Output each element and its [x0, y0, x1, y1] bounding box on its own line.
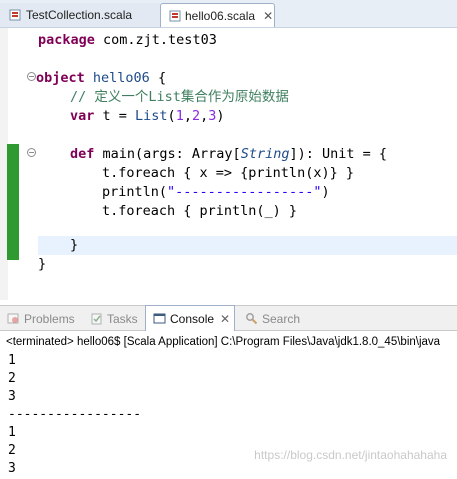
console-output-line: 2: [8, 443, 16, 458]
code-line: def main(args: Array[String]): Unit = {: [70, 146, 388, 162]
tab-search[interactable]: Search: [238, 306, 300, 331]
console-output-line: 3: [8, 461, 16, 476]
code-line: t.foreach { println(_) }: [102, 203, 298, 219]
code-line: package com.zjt.test03: [38, 32, 217, 48]
tab-label: TestCollection.scala: [26, 8, 133, 22]
fold-marker-icon[interactable]: −: [27, 72, 36, 81]
console-status: <terminated> hello06$ [Scala Application…: [6, 336, 441, 348]
scala-file-icon: [169, 9, 181, 23]
fold-marker-icon[interactable]: −: [27, 148, 36, 157]
code-line: }: [70, 237, 79, 253]
code-line: println("-----------------"): [102, 184, 330, 200]
tab-label: hello06.scala: [185, 8, 256, 23]
tab-hello06[interactable]: hello06.scala ✕: [160, 3, 275, 27]
editor-tab-bar: TestCollection.scala hello06.scala ✕: [0, 0, 457, 28]
tab-tasks[interactable]: Tasks: [83, 306, 138, 331]
tab-label: Tasks: [107, 311, 138, 326]
tab-problems[interactable]: Problems: [0, 306, 75, 331]
tab-label: Console: [170, 311, 215, 326]
code-line: object hello06 {: [36, 70, 167, 86]
change-bar: [7, 144, 19, 260]
watermark: https://blog.csdn.net/jintaohahahaha: [254, 448, 447, 462]
console-output-line: 2: [8, 371, 16, 386]
code-line: var t = List(1,2,3): [70, 108, 225, 124]
tab-label: Search: [262, 311, 301, 326]
close-icon[interactable]: ✕: [220, 312, 230, 326]
console-output-line: 3: [8, 389, 16, 404]
close-icon[interactable]: ✕: [263, 9, 273, 23]
code-line: }: [38, 256, 47, 272]
tab-console[interactable]: Console ✕: [145, 305, 236, 331]
search-icon: [244, 312, 258, 326]
code-line: // 定义一个List集合作为原始数据: [70, 89, 289, 105]
code-editor[interactable]: − − package com.zjt.test03 object hello0…: [0, 28, 457, 300]
console-output-line: -----------------: [8, 407, 142, 422]
scala-file-icon: [8, 8, 22, 22]
code-line: t.foreach { x => {println(x)} }: [102, 165, 354, 181]
tab-label: Problems: [24, 311, 75, 326]
current-line-highlight: [38, 236, 457, 255]
console-output-line: 1: [8, 353, 16, 368]
problems-icon: [6, 312, 20, 326]
console-output-line: 1: [8, 425, 16, 440]
tab-testcollection[interactable]: TestCollection.scala: [0, 3, 160, 27]
tasks-icon: [89, 312, 103, 326]
view-tab-bar: Problems Tasks Console ✕ Search: [0, 305, 457, 331]
console-icon: [152, 312, 166, 326]
